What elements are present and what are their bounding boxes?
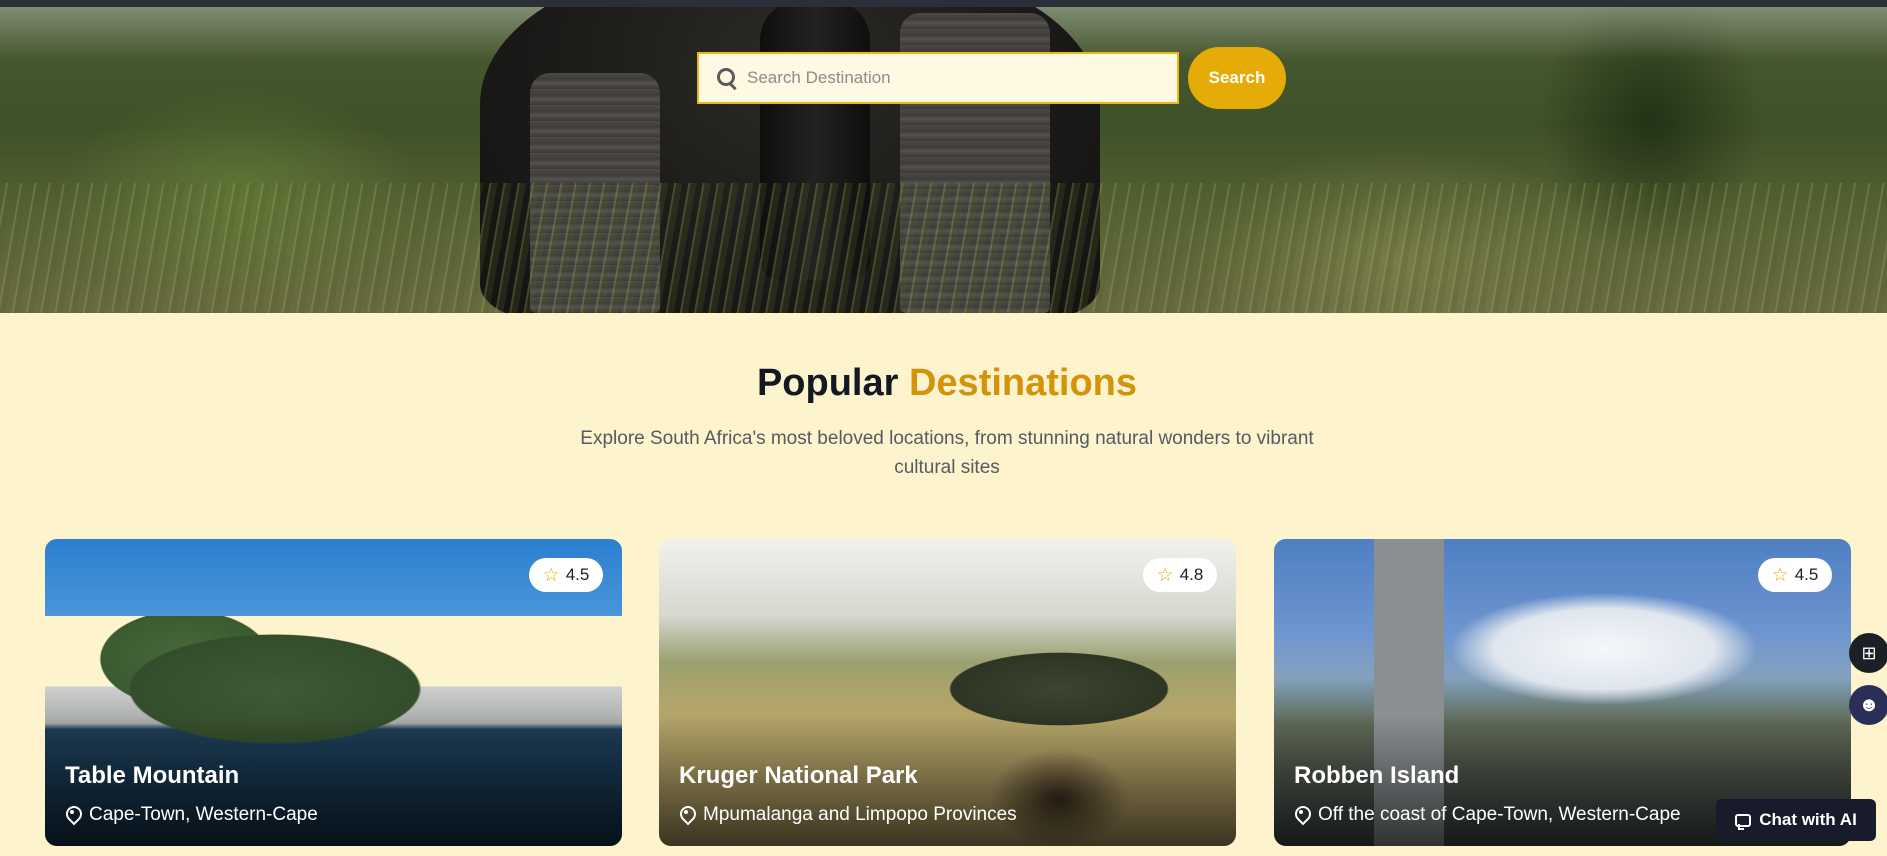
location-pin-icon	[1294, 806, 1308, 824]
location-text: Cape-Town, Western-Cape	[89, 804, 318, 825]
section-title: Popular Destinations	[0, 362, 1887, 405]
search-box[interactable]	[697, 52, 1179, 104]
chat-with-ai-button[interactable]: Chat with AI	[1716, 799, 1876, 841]
search-button[interactable]: Search	[1188, 47, 1286, 109]
card-title: Table Mountain	[65, 762, 240, 789]
location-text: Off the coast of Cape-Town, Western-Cape	[1318, 804, 1681, 825]
section-title-accent: Destinations	[908, 362, 1138, 404]
bot-icon[interactable]: ☻	[1849, 685, 1887, 725]
rating-badge: ☆ 4.8	[1143, 558, 1217, 592]
card-title: Kruger National Park	[679, 762, 918, 789]
card-title: Robben Island	[1294, 762, 1460, 789]
rating-value: 4.5	[565, 565, 590, 584]
chat-label: Chat with AI	[1759, 810, 1857, 829]
destination-card[interactable]: ☆ 4.5 Table Mountain Cape-Town, Western-…	[45, 539, 622, 846]
destination-card[interactable]: ☆ 4.8 Kruger National Park Mpumalanga an…	[659, 539, 1236, 846]
star-icon: ☆	[1771, 564, 1789, 586]
location-pin-icon	[65, 806, 79, 824]
star-icon: ☆	[1156, 564, 1174, 586]
rating-value: 4.8	[1179, 565, 1204, 584]
hero-banner	[0, 0, 1887, 313]
grid-icon[interactable]: ⊞	[1849, 633, 1887, 673]
chat-icon	[1735, 813, 1752, 830]
card-location: Mpumalanga and Limpopo Provinces	[679, 804, 1017, 826]
search-icon	[699, 52, 743, 104]
card-location: Off the coast of Cape-Town, Western-Cape	[1294, 804, 1681, 826]
rating-value: 4.5	[1794, 565, 1819, 584]
browser-top-bar	[0, 0, 1887, 7]
section-subtitle: Explore South Africa's most beloved loca…	[580, 428, 1314, 478]
star-icon: ☆	[542, 564, 560, 586]
card-location: Cape-Town, Western-Cape	[65, 804, 318, 826]
location-pin-icon	[679, 806, 693, 824]
section-title-main: Popular	[756, 362, 899, 404]
search-input[interactable]	[743, 54, 1177, 102]
location-text: Mpumalanga and Limpopo Provinces	[703, 804, 1017, 825]
hero-grass	[0, 183, 1887, 313]
rating-badge: ☆ 4.5	[1758, 558, 1832, 592]
rating-badge: ☆ 4.5	[529, 558, 603, 592]
